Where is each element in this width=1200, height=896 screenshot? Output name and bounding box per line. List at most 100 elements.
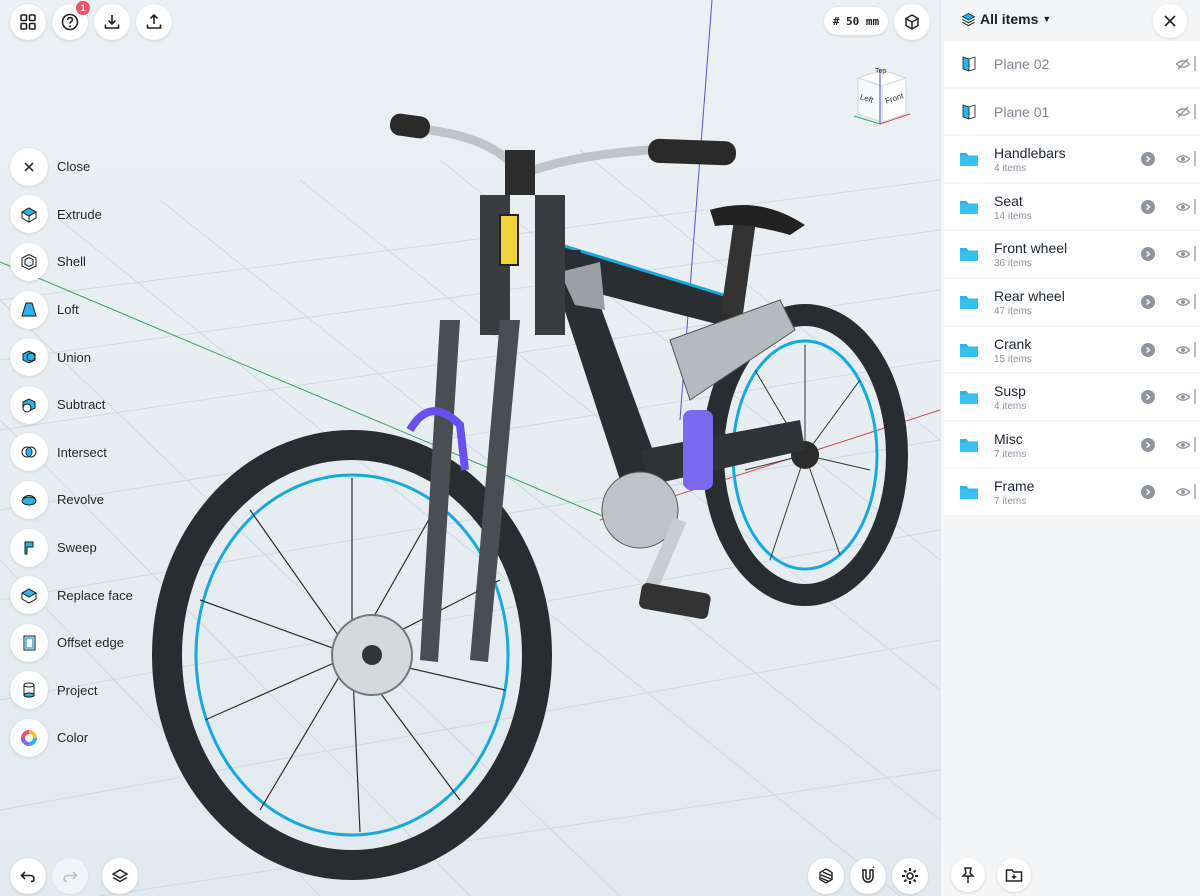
list-item[interactable]: Plane 02 (944, 41, 1200, 87)
expand-arrow-icon[interactable] (1141, 485, 1155, 500)
grid-icon (20, 14, 36, 30)
folder-icon-wrap (958, 481, 980, 503)
view-mode-button[interactable] (894, 4, 930, 40)
list-item[interactable]: Susp 4 items (944, 374, 1200, 420)
drag-handle[interactable] (1194, 103, 1196, 119)
drag-handle[interactable] (1194, 341, 1196, 357)
visibility-toggle[interactable] (1175, 342, 1191, 358)
drag-handle[interactable] (1194, 484, 1196, 500)
settings-button[interactable] (892, 858, 928, 894)
drag-handle[interactable] (1194, 293, 1196, 309)
list-item[interactable]: Misc 7 items (944, 421, 1200, 468)
drag-handle[interactable] (1194, 436, 1196, 452)
grid-size-chip[interactable]: # 50 mm (824, 7, 888, 35)
tool-loft[interactable]: Loft (10, 286, 133, 334)
list-item[interactable]: Frame 7 items (944, 469, 1200, 515)
list-item[interactable]: Crank 15 items (944, 326, 1200, 373)
tool-label: Replace face (57, 587, 133, 603)
visibility-toggle[interactable] (1175, 56, 1191, 72)
expand-arrow-icon[interactable] (1141, 199, 1155, 214)
list-item[interactable]: Handlebars 4 items (944, 136, 1200, 182)
visibility-toggle[interactable] (1175, 199, 1191, 215)
folder-icon-wrap (958, 386, 980, 408)
tool-replace-face[interactable]: Replace face (10, 571, 133, 619)
expand-arrow-icon[interactable] (1141, 247, 1155, 262)
folder-icon-wrap (958, 243, 980, 265)
tool-label: Loft (57, 302, 79, 318)
extrude-icon (20, 207, 38, 223)
crank-pedal (601, 471, 711, 619)
layers-button[interactable] (102, 858, 138, 894)
snap-button[interactable] (850, 858, 886, 894)
magnet-icon (862, 866, 875, 883)
redo-button[interactable] (52, 858, 88, 894)
layers-icon (111, 869, 129, 883)
expand-arrow-icon[interactable] (1141, 152, 1155, 167)
drag-handle[interactable] (1194, 151, 1196, 167)
export-button[interactable] (136, 4, 172, 40)
visibility-toggle[interactable] (1175, 104, 1191, 120)
section-cube-icon (819, 868, 833, 884)
expand-arrow-icon[interactable] (1141, 342, 1155, 357)
drag-handle[interactable] (1194, 389, 1196, 405)
revolve-icon (21, 494, 37, 506)
list-item[interactable]: Front wheel 36 items (944, 231, 1200, 277)
union-icon (22, 350, 36, 364)
expand-arrow-icon[interactable] (1141, 390, 1155, 405)
handlebars (389, 113, 737, 195)
folder-icon (960, 438, 978, 452)
view-cube[interactable]: Top Left Front (848, 64, 912, 128)
visibility-toggle[interactable] (1175, 389, 1191, 405)
tool-intersect[interactable]: Intersect (10, 429, 133, 477)
item-name: Frame (994, 478, 1035, 495)
chevron-down-icon: ▼ (1042, 14, 1052, 24)
tool-extrude[interactable]: Extrude (10, 191, 133, 239)
tool-project[interactable]: Project (10, 667, 133, 715)
drag-handle[interactable] (1194, 246, 1196, 262)
help-button[interactable]: 1 (52, 1, 90, 40)
tool-label: Revolve (57, 492, 104, 508)
drag-handle[interactable] (1194, 198, 1196, 214)
help-icon (61, 13, 79, 31)
folder-icon (960, 153, 978, 167)
3d-viewport[interactable]: 1 # 50 mm Top Left Front Close Extrude S… (0, 0, 940, 896)
tool-close[interactable]: Close (10, 143, 133, 191)
tool-sweep[interactable]: Sweep (10, 524, 133, 572)
items-filter-dropdown[interactable]: All items ▼ (961, 11, 1051, 27)
expand-arrow-icon[interactable] (1141, 437, 1155, 452)
section-view-button[interactable] (808, 858, 844, 894)
visibility-toggle[interactable] (1175, 484, 1191, 500)
drag-handle[interactable] (1194, 56, 1196, 71)
help-badge: 1 (76, 1, 90, 15)
undo-icon (20, 871, 35, 883)
item-count: 4 items (994, 163, 1027, 175)
close-panel-button[interactable] (1153, 4, 1187, 38)
import-button[interactable] (94, 4, 130, 40)
visibility-toggle[interactable] (1175, 294, 1191, 310)
list-item[interactable]: Seat 14 items (944, 183, 1200, 230)
tool-revolve[interactable]: Revolve (10, 476, 133, 524)
visibility-toggle[interactable] (1175, 151, 1191, 167)
visibility-toggle[interactable] (1175, 437, 1191, 453)
eye-icon (1175, 393, 1191, 402)
undo-button[interactable] (10, 858, 46, 894)
color-wheel-icon (21, 729, 37, 746)
tool-union[interactable]: Union (10, 333, 133, 381)
tool-color[interactable]: Color (10, 714, 133, 762)
menu-grid-button[interactable] (10, 4, 46, 40)
expand-arrow-icon[interactable] (1141, 294, 1155, 309)
folder-icon (960, 248, 978, 262)
new-folder-button[interactable] (997, 858, 1031, 892)
pin-button[interactable] (951, 858, 985, 892)
item-count: 47 items (994, 305, 1032, 317)
tool-offset-edge[interactable]: Offset edge (10, 619, 133, 667)
subtract-icon (22, 398, 36, 413)
folder-icon-wrap (958, 291, 980, 313)
item-count: 4 items (994, 401, 1027, 413)
tool-subtract[interactable]: Subtract (10, 381, 133, 429)
tool-shell[interactable]: Shell (10, 238, 133, 286)
eye-icon (1175, 488, 1191, 497)
list-item[interactable]: Plane 01 (944, 88, 1200, 135)
visibility-toggle[interactable] (1175, 246, 1191, 262)
list-item[interactable]: Rear wheel 47 items (944, 278, 1200, 325)
